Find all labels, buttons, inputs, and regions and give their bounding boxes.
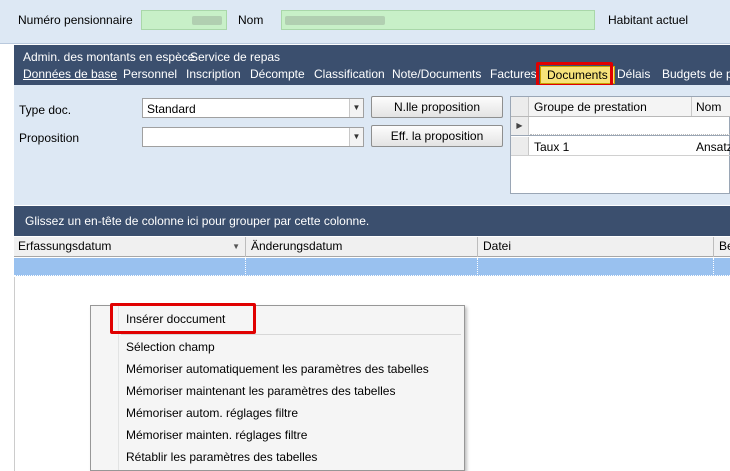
pensionnaire-label: Numéro pensionnaire xyxy=(18,13,133,27)
menu-item-retablir-tabelles[interactable]: Rétablir les paramètres des tabelles xyxy=(126,450,317,464)
documents-row-selected[interactable] xyxy=(14,258,730,276)
highlight-documents-tab xyxy=(536,62,613,87)
group-by-bar[interactable]: Glissez un en-tête de colonne ici pour g… xyxy=(14,206,730,236)
tab-note-documents[interactable]: Note/Documents xyxy=(392,67,481,81)
tab-classification[interactable]: Classification xyxy=(314,67,385,81)
col-datei[interactable]: Datei xyxy=(479,237,714,257)
documents-grid-header: Erfassungsdatum ▼ Änderungsdatum Datei B… xyxy=(14,237,730,257)
type-doc-select[interactable]: Standard ▼ xyxy=(142,98,364,118)
pensionnaire-field[interactable] xyxy=(141,10,227,30)
pensionnaire-value-blurred xyxy=(192,16,222,25)
group-by-hint: Glissez un en-tête de colonne ici pour g… xyxy=(25,214,370,228)
tab-admin-montants[interactable]: Admin. des montants en espèce xyxy=(23,50,194,64)
chevron-down-icon[interactable]: ▼ xyxy=(349,128,363,146)
sort-desc-icon[interactable]: ▼ xyxy=(232,237,240,256)
tab-inscription[interactable]: Inscription xyxy=(186,67,241,81)
nom-value-blurred xyxy=(285,16,385,25)
tab-budgets[interactable]: Budgets de pr xyxy=(662,67,730,81)
new-proposal-button[interactable]: N.lle proposition xyxy=(371,96,503,118)
menu-item-memoriser-auto-tabelles[interactable]: Mémoriser automatiquement les paramètres… xyxy=(126,362,429,376)
menu-separator xyxy=(121,334,461,335)
menu-item-memoriser-mainten-filtre[interactable]: Mémoriser mainten. réglages filtre xyxy=(126,428,307,442)
tab-service-repas[interactable]: Service de repas xyxy=(190,50,280,64)
menu-item-selection-champ[interactable]: Sélection champ xyxy=(126,340,215,354)
tab-decompte[interactable]: Décompte xyxy=(250,67,305,81)
column-divider xyxy=(691,97,692,116)
divider xyxy=(511,135,730,136)
col-erfassungsdatum[interactable]: Erfassungsdatum ▼ xyxy=(14,237,246,257)
col-erfassungsdatum-label: Erfassungsdatum xyxy=(18,239,112,253)
tab-personnel[interactable]: Personnel xyxy=(123,67,177,81)
highlight-inserer-document xyxy=(110,303,256,334)
row-indicator xyxy=(511,137,529,155)
prestation-cell-groupe[interactable]: Taux 1 xyxy=(534,140,569,154)
tab-bar: Admin. des montants en espèce Service de… xyxy=(14,45,730,85)
menu-item-memoriser-maintenant-tabelles[interactable]: Mémoriser maintenant les paramètres des … xyxy=(126,384,395,398)
cell-divider xyxy=(713,258,714,276)
row-pointer-icon: ▶ xyxy=(511,117,529,135)
proposition-select[interactable]: ▼ xyxy=(142,127,364,147)
prestation-col-groupe[interactable]: Groupe de prestation xyxy=(534,100,647,114)
prestation-cell-nom[interactable]: Ansatz 1 xyxy=(696,140,730,154)
row-indicator-header xyxy=(511,97,529,116)
proposition-label: Proposition xyxy=(19,131,80,145)
cell-divider xyxy=(245,258,246,276)
prestation-col-nom[interactable]: Nom xyxy=(696,100,721,114)
chevron-down-icon[interactable]: ▼ xyxy=(349,99,363,117)
habitant-label: Habitant actuel xyxy=(608,13,689,27)
delete-proposal-button[interactable]: Eff. la proposition xyxy=(371,125,503,147)
type-doc-label: Type doc. xyxy=(19,103,72,117)
tab-donnees-base[interactable]: Données de base xyxy=(23,67,117,81)
prestation-row-empty[interactable] xyxy=(530,117,730,135)
prestation-grid: Groupe de prestation Nom ▶ Taux 1 Ansatz… xyxy=(510,96,730,194)
col-be[interactable]: Be xyxy=(715,237,730,257)
tab-delais[interactable]: Délais xyxy=(617,67,650,81)
nom-label: Nom xyxy=(238,13,264,27)
type-doc-value: Standard xyxy=(147,102,196,116)
tab-factures[interactable]: Factures xyxy=(490,67,537,81)
divider xyxy=(511,155,730,156)
col-anderungsdatum[interactable]: Änderungsdatum xyxy=(247,237,478,257)
prestation-grid-header: Groupe de prestation Nom xyxy=(511,97,730,117)
menu-item-memoriser-auto-filtre[interactable]: Mémoriser autom. réglages filtre xyxy=(126,406,298,420)
nom-field[interactable] xyxy=(281,10,595,30)
cell-divider xyxy=(477,258,478,276)
